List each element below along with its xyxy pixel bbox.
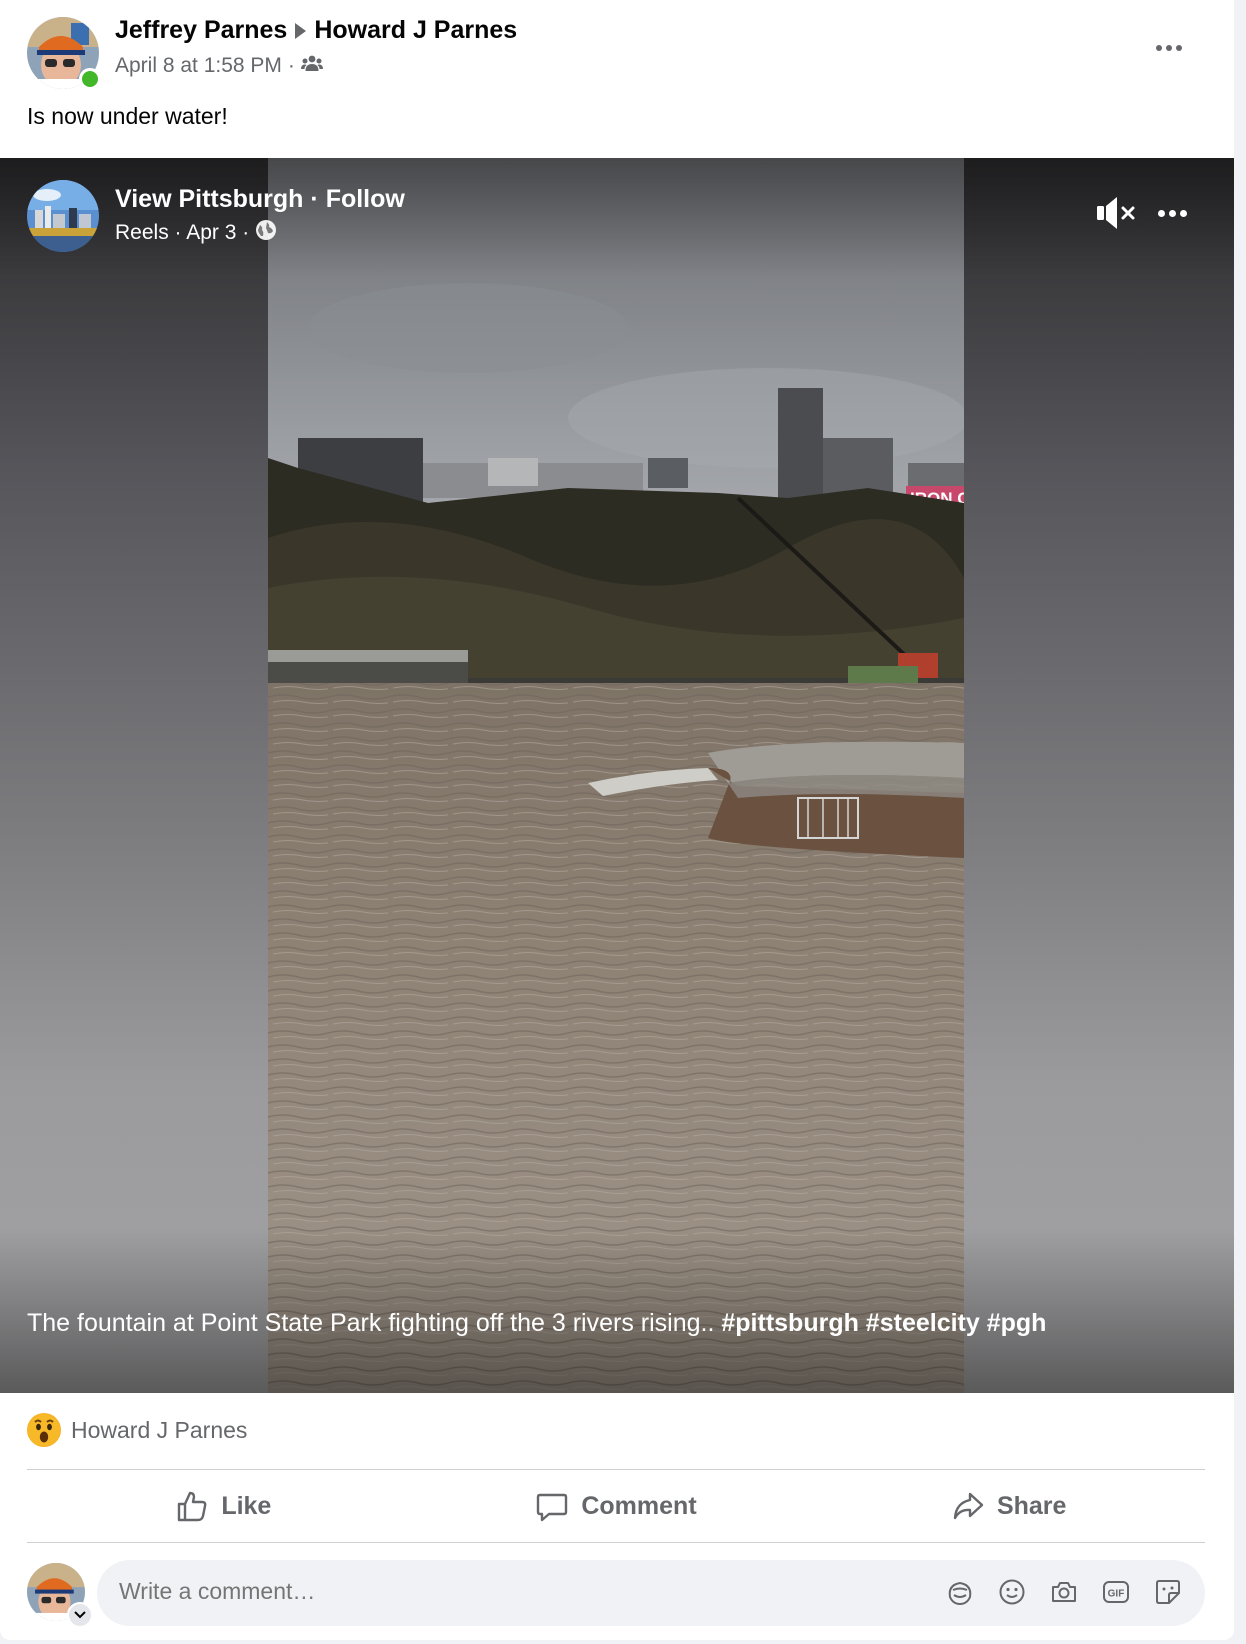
avatar-sticker-icon[interactable] bbox=[945, 1577, 975, 1607]
reel-meta-text[interactable]: Reels · Apr 3 · bbox=[115, 221, 249, 245]
recipient-name[interactable]: Howard J Parnes bbox=[314, 16, 517, 45]
reel-more-options-icon[interactable] bbox=[1158, 210, 1187, 217]
share-button[interactable]: Share bbox=[812, 1470, 1205, 1542]
meta-separator: · bbox=[287, 54, 295, 77]
comment-button[interactable]: Comment bbox=[420, 1470, 813, 1542]
reel-video-frame[interactable]: IRON C bbox=[268, 158, 970, 1393]
post-timestamp[interactable]: April 8 at 1:58 PM bbox=[115, 54, 282, 78]
follow-separator: · bbox=[310, 185, 326, 213]
comment-tools: GIF bbox=[945, 1577, 1183, 1607]
like-button[interactable]: Like bbox=[27, 1470, 420, 1542]
post-header: Jeffrey Parnes Howard J Parnes April 8 a… bbox=[0, 0, 1234, 158]
wow-emoji-icon bbox=[27, 1413, 61, 1447]
caption-hashtags[interactable]: #pittsburgh #steelcity #pgh bbox=[721, 1309, 1046, 1337]
thumbs-up-icon bbox=[178, 1491, 207, 1522]
post-actions: Like Comment Share bbox=[27, 1470, 1205, 1542]
svg-text:GIF: GIF bbox=[1108, 1589, 1125, 1600]
actions-divider bbox=[27, 1542, 1205, 1543]
emoji-icon[interactable] bbox=[997, 1577, 1027, 1607]
author-name[interactable]: Jeffrey Parnes bbox=[115, 16, 287, 45]
friends-icon[interactable] bbox=[300, 54, 323, 78]
reaction-names[interactable]: Howard J Parnes bbox=[71, 1417, 247, 1444]
speaker-muted-icon[interactable] bbox=[1095, 193, 1137, 233]
share-label: Share bbox=[996, 1491, 1067, 1520]
reel-page-line: View Pittsburgh · Follow bbox=[115, 185, 405, 214]
chevron-down-icon[interactable] bbox=[67, 1602, 93, 1628]
post-text: Is now under water! bbox=[27, 103, 228, 129]
page-avatar[interactable] bbox=[27, 180, 99, 252]
sticker-icon[interactable] bbox=[1153, 1577, 1183, 1607]
reel-page-name[interactable]: View Pittsburgh bbox=[115, 185, 303, 213]
feed-post: Jeffrey Parnes Howard J Parnes April 8 a… bbox=[0, 0, 1234, 1640]
reel-video[interactable]: IRON C View Pittsburgh · Follow Reels · … bbox=[0, 158, 1234, 1393]
comment-input-box[interactable]: GIF bbox=[97, 1560, 1205, 1626]
online-status-dot bbox=[79, 68, 101, 90]
comment-label: Comment bbox=[581, 1491, 697, 1520]
follow-button[interactable]: Follow bbox=[326, 185, 405, 213]
comment-bubble-icon bbox=[537, 1493, 568, 1522]
reel-caption: The fountain at Point State Park fightin… bbox=[27, 1306, 1077, 1340]
shared-to-arrow-icon bbox=[295, 22, 307, 39]
post-more-options-icon[interactable] bbox=[1156, 45, 1182, 51]
like-label: Like bbox=[221, 1491, 272, 1520]
post-meta: April 8 at 1:58 PM · bbox=[115, 54, 323, 78]
camera-icon[interactable] bbox=[1049, 1577, 1079, 1607]
reaction-summary[interactable]: Howard J Parnes bbox=[27, 1408, 247, 1452]
reel-meta: Reels · Apr 3 · bbox=[115, 219, 277, 247]
globe-icon bbox=[255, 219, 277, 247]
comment-composer: GIF bbox=[27, 1560, 1205, 1628]
post-author-line: Jeffrey Parnes Howard J Parnes bbox=[115, 16, 517, 45]
video-top-shade bbox=[0, 158, 1234, 278]
comment-input[interactable] bbox=[119, 1578, 719, 1605]
gif-icon[interactable]: GIF bbox=[1101, 1577, 1131, 1607]
caption-text: The fountain at Point State Park fightin… bbox=[27, 1309, 722, 1337]
share-arrow-icon bbox=[953, 1492, 984, 1520]
